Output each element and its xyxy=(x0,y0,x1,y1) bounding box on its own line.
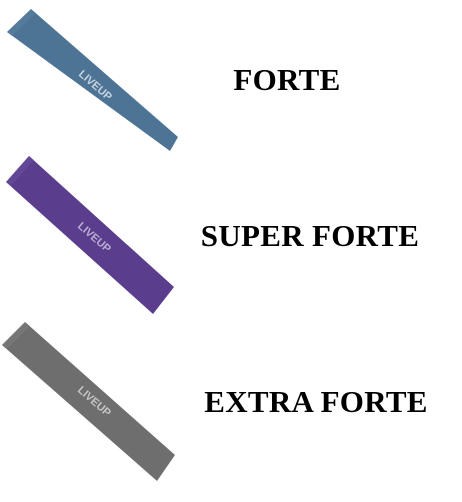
band-super-forte: LIVEUP xyxy=(6,156,174,314)
label-super-forte: SUPER FORTE xyxy=(200,218,420,253)
label-forte: FORTE xyxy=(233,62,341,97)
band-forte: LIVEUP xyxy=(7,9,178,151)
label-extra-forte: EXTRA FORTE xyxy=(204,384,428,419)
band-extra-forte: LIVEUP xyxy=(2,322,175,481)
